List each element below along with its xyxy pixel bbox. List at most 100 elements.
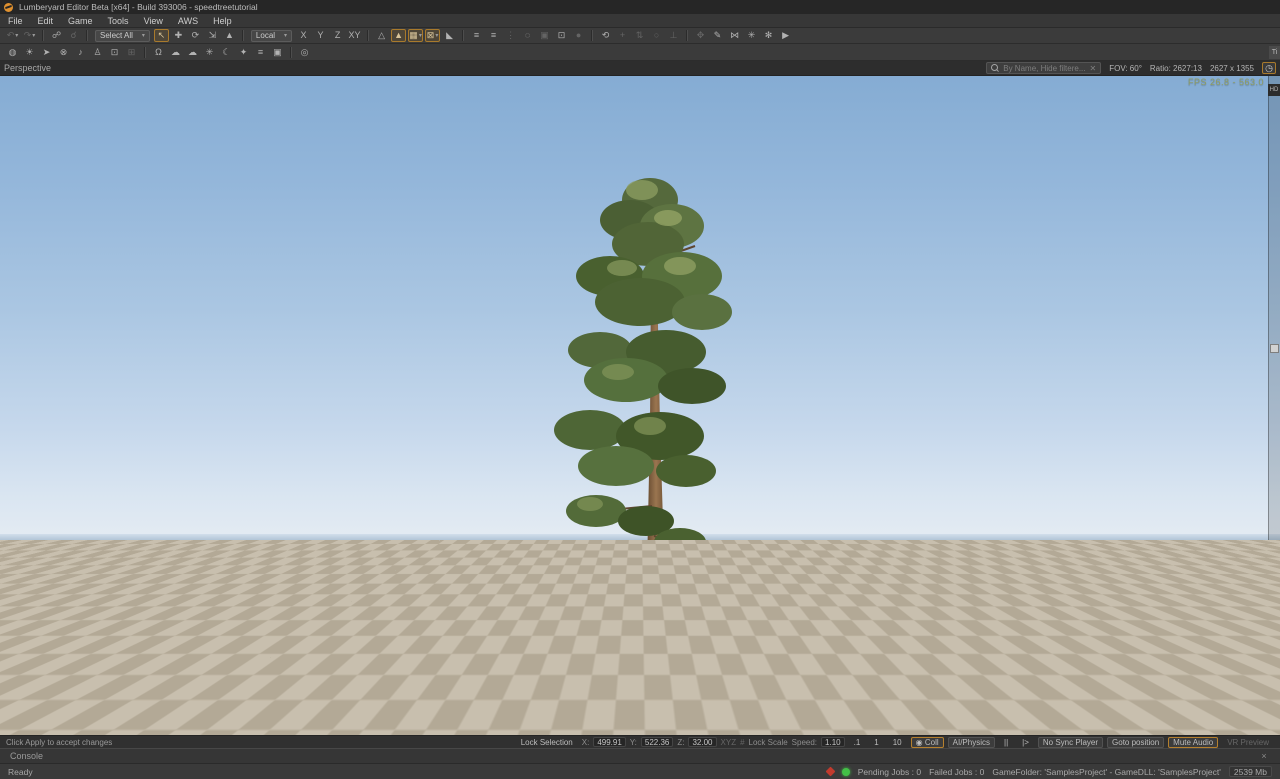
flow-graph-button[interactable]: ➤	[39, 46, 54, 59]
coord-y-field[interactable]: 522.36	[641, 737, 673, 747]
constrain-xy-button[interactable]: XY	[347, 29, 362, 42]
docked-panel-tab-sliver[interactable]: Ti	[1269, 46, 1280, 59]
speed-preset-01-button[interactable]: .1	[849, 737, 866, 748]
constrain-x-button[interactable]: X	[296, 29, 311, 42]
jobs-status-icon[interactable]	[842, 768, 850, 776]
menu-aws[interactable]: AWS	[178, 16, 198, 26]
editor-settings-button[interactable]: ◎	[297, 46, 312, 59]
simulate-button[interactable]: ⟲	[598, 29, 613, 42]
title-bar[interactable]: Lumberyard Editor Beta [x64] - Build 393…	[0, 0, 1280, 14]
track-view-button[interactable]: ⊞	[124, 46, 139, 59]
constrain-y-button[interactable]: Y	[313, 29, 328, 42]
lock-selection-button[interactable]: Lock Selection	[516, 737, 578, 748]
speed-field[interactable]: 1.10	[821, 737, 845, 747]
menu-game[interactable]: Game	[68, 16, 93, 26]
selection-mask-dropdown[interactable]: Select All▾	[95, 30, 150, 42]
asset-folder-button[interactable]: ⊡	[554, 29, 569, 42]
menu-help[interactable]: Help	[213, 16, 232, 26]
rotate-tool-button[interactable]: ⟳	[188, 29, 203, 42]
particle-editor-button[interactable]: ✳	[202, 46, 217, 59]
coord-z-field[interactable]: 32.00	[688, 737, 716, 747]
scale-tool-button[interactable]: ⇲	[205, 29, 220, 42]
undo-button[interactable]: ↶▾	[5, 29, 20, 42]
rollup-bar-button[interactable]: ◍	[5, 46, 20, 59]
settings-a-button[interactable]: ✳	[744, 29, 759, 42]
xyz-toggle[interactable]: XYZ	[721, 738, 737, 747]
follow-terrain-button[interactable]: △	[374, 29, 389, 42]
coord-x-field[interactable]: 499.91	[593, 737, 625, 747]
menu-tools[interactable]: Tools	[108, 16, 129, 26]
cloud-canvas-button[interactable]: ☁	[168, 46, 183, 59]
fov-label[interactable]: FOV: 60°	[1109, 64, 1142, 73]
vr-preview-button[interactable]: VR Preview	[1222, 737, 1274, 748]
ratio-label[interactable]: Ratio: 2627:13	[1150, 64, 1202, 73]
ai-physics-button[interactable]: AI/Physics	[948, 737, 995, 748]
search-close-icon[interactable]: ✕	[1090, 64, 1097, 73]
snap-grid-caret-icon[interactable]: ▾	[419, 33, 422, 39]
asset-processor-icon[interactable]	[825, 767, 835, 777]
move-tool-button[interactable]: ✚	[171, 29, 186, 42]
object-list-button[interactable]: ≡	[469, 29, 484, 42]
snap-angle-button[interactable]: ⊠▾	[425, 29, 440, 42]
lighting-button[interactable]: ✦	[236, 46, 251, 59]
menu-view[interactable]: View	[144, 16, 163, 26]
edit-tool-button[interactable]: ✎	[710, 29, 725, 42]
step-button[interactable]: |>	[1017, 737, 1034, 748]
viewport-3d[interactable]: FPS 26.8 - 563.0 HD Da	[0, 76, 1280, 735]
menu-edit[interactable]: Edit	[38, 16, 54, 26]
move-duplicate-button[interactable]: ✥	[693, 29, 708, 42]
edge-scroll-handle[interactable]	[1270, 344, 1279, 353]
menu-file[interactable]: File	[8, 16, 23, 26]
console-panel[interactable]: Console ×	[0, 748, 1280, 763]
viewport-mode-label[interactable]: Perspective	[4, 63, 51, 73]
environment-button[interactable]: ☀	[22, 46, 37, 59]
play-game-button[interactable]: ▶	[778, 29, 793, 42]
mute-audio-button[interactable]: Mute Audio	[1168, 737, 1218, 748]
reference-coordsys-dropdown[interactable]: Local▾	[251, 30, 292, 42]
constrain-z-button[interactable]: Z	[330, 29, 345, 42]
physics-button[interactable]: ○	[649, 29, 664, 42]
debug-clock-button[interactable]: ◷	[1262, 62, 1276, 74]
unlink-button[interactable]: ☌	[66, 29, 81, 42]
timer-button[interactable]: ⋈	[727, 29, 742, 42]
resolution-label[interactable]: 2627 x 1355	[1210, 64, 1254, 73]
ui-editor-button[interactable]: ▣	[270, 46, 285, 59]
lock-scale-toggle[interactable]: Lock Scale	[749, 738, 788, 747]
speed-preset-10-button[interactable]: 10	[888, 737, 907, 748]
asset-browser-button[interactable]: ⊡	[107, 46, 122, 59]
snap-angle-caret-icon[interactable]: ▾	[435, 33, 438, 39]
pick-object-button[interactable]: ◌	[520, 29, 535, 42]
link-button[interactable]: ☍	[49, 29, 64, 42]
viewport-search[interactable]: By Name, Hide filtere... ✕	[986, 62, 1101, 74]
mannequin-button[interactable]: ♙	[90, 46, 105, 59]
snap-terrain-button[interactable]: ▲	[391, 29, 406, 42]
redo-caret-icon[interactable]: ▾	[32, 33, 35, 39]
settings-b-button[interactable]: ✻	[761, 29, 776, 42]
drop-to-terrain-button[interactable]: ⊥	[666, 29, 681, 42]
terrain-collision-toggle-icon[interactable]: #	[740, 738, 744, 747]
audio-controls-button[interactable]: Ω	[151, 46, 166, 59]
select-tool-button[interactable]: ↖	[154, 29, 169, 42]
undo-caret-icon[interactable]: ▾	[15, 33, 18, 39]
no-sync-player-button[interactable]: No Sync Player	[1038, 737, 1103, 748]
layer-list-button[interactable]: ≡	[486, 29, 501, 42]
right-panel-sliver[interactable]: HD Da	[1268, 76, 1280, 735]
add-object-button[interactable]: +	[615, 29, 630, 42]
more-options-button[interactable]: ⋮	[503, 29, 518, 42]
collision-toggle-button[interactable]: ◉ Coll	[911, 737, 944, 748]
snap-grid-button[interactable]: ▦▾	[408, 29, 423, 42]
select-terrain-button[interactable]: ▲	[222, 29, 237, 42]
disable-helpers-button[interactable]: ⊗	[56, 46, 71, 59]
layer-editor-button[interactable]: ≡	[253, 46, 268, 59]
console-close-icon[interactable]: ×	[1258, 751, 1270, 761]
freeze-button[interactable]: ▣	[537, 29, 552, 42]
time-of-day-button[interactable]: ☾	[219, 46, 234, 59]
align-button[interactable]: ⇅	[632, 29, 647, 42]
pause-button[interactable]: ||	[999, 737, 1013, 748]
cloud-gems-button[interactable]: ☁	[185, 46, 200, 59]
redo-button[interactable]: ↷▾	[22, 29, 37, 42]
ruler-button[interactable]: ◣	[442, 29, 457, 42]
material-button[interactable]: ●	[571, 29, 586, 42]
goto-position-button[interactable]: Goto position	[1107, 737, 1164, 748]
audio-button[interactable]: ♪	[73, 46, 88, 59]
